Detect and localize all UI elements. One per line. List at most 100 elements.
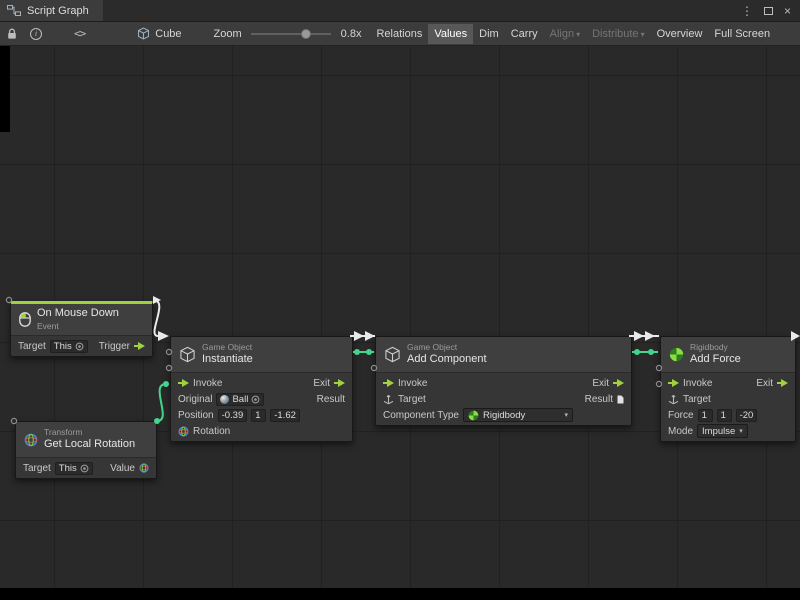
rotation-gizmo-icon bbox=[24, 433, 38, 447]
position-y-field[interactable]: 1 bbox=[251, 409, 266, 422]
port-result: Result bbox=[585, 394, 613, 405]
flow-arrow-icon[interactable] bbox=[178, 379, 189, 388]
force-x-field[interactable]: 1 bbox=[698, 409, 713, 422]
port-exit: Exit bbox=[756, 378, 773, 389]
zoom-slider[interactable] bbox=[251, 28, 331, 40]
zoom-label: Zoom bbox=[214, 28, 242, 40]
zoom-slider-track[interactable] bbox=[251, 33, 331, 35]
original-object-field[interactable]: Ball bbox=[216, 393, 264, 406]
port-exit: Exit bbox=[592, 378, 609, 389]
graph-toolbar: i <> Cube Zoom 0.8x Relations Values Dim… bbox=[0, 22, 800, 46]
transform-icon bbox=[668, 394, 679, 405]
force-z-field[interactable]: -20 bbox=[736, 409, 758, 422]
canvas-edge-left bbox=[0, 46, 10, 132]
port-rotation: Rotation bbox=[193, 426, 230, 437]
port-target: Target bbox=[18, 341, 46, 352]
port-result: Result bbox=[317, 394, 345, 405]
port-position: Position bbox=[178, 410, 214, 421]
zoom-slider-handle[interactable] bbox=[301, 29, 311, 39]
position-x-field[interactable]: -0.39 bbox=[218, 409, 248, 422]
node-title: On Mouse Down bbox=[37, 307, 119, 321]
node-header: Rigidbody Add Force bbox=[661, 337, 795, 373]
graph-canvas[interactable]: On Mouse Down Event Target This Trigg bbox=[0, 46, 800, 600]
tab-title: Script Graph bbox=[27, 5, 89, 17]
object-picker-icon[interactable] bbox=[80, 464, 89, 473]
node-category: Game Object bbox=[407, 342, 487, 353]
node-instantiate[interactable]: Game Object Instantiate Invoke Exit Orig… bbox=[170, 336, 353, 442]
node-add-force[interactable]: Rigidbody Add Force Invoke Exit bbox=[660, 336, 796, 442]
rigidbody-icon bbox=[468, 410, 479, 421]
component-type-dropdown[interactable]: Rigidbody ▾ bbox=[463, 408, 573, 422]
flow-arrow-icon[interactable] bbox=[383, 379, 394, 388]
align-button[interactable]: Align▾ bbox=[544, 24, 586, 44]
chevron-down-icon: ▾ bbox=[739, 427, 743, 435]
tab-script-graph[interactable]: Script Graph bbox=[0, 0, 103, 21]
chevron-down-icon: ▾ bbox=[564, 411, 568, 419]
rotation-gizmo-icon bbox=[178, 426, 189, 437]
node-category: Transform bbox=[44, 427, 135, 438]
port-target: Target bbox=[683, 394, 711, 405]
node-on-mouse-down[interactable]: On Mouse Down Event Target This Trigg bbox=[10, 301, 153, 357]
flow-arrow-icon[interactable] bbox=[134, 342, 145, 351]
rigidbody-icon bbox=[669, 347, 684, 362]
wire-trigger-invoke[interactable] bbox=[153, 300, 159, 336]
port-trigger: Trigger bbox=[99, 341, 130, 352]
node-title: Instantiate bbox=[202, 353, 253, 367]
node-title: Add Force bbox=[690, 353, 741, 367]
rotation-gizmo-icon[interactable] bbox=[139, 463, 149, 473]
graph-target[interactable]: Cube bbox=[137, 27, 181, 40]
node-category: Rigidbody bbox=[690, 342, 741, 353]
wire-value-rotation[interactable] bbox=[157, 384, 166, 421]
flow-arrow-icon[interactable] bbox=[613, 379, 624, 388]
port-target: Target bbox=[23, 463, 51, 474]
dim-button[interactable]: Dim bbox=[473, 24, 505, 44]
flow-arrow-icon[interactable] bbox=[668, 379, 679, 388]
overview-button[interactable]: Overview bbox=[651, 24, 709, 44]
cube-icon bbox=[137, 27, 150, 40]
flow-arrow-icon[interactable] bbox=[777, 379, 788, 388]
chevron-down-icon: ▾ bbox=[576, 30, 580, 39]
port-mode: Mode bbox=[668, 426, 693, 437]
target-object-field[interactable]: This bbox=[55, 462, 93, 475]
distribute-button[interactable]: Distribute▾ bbox=[586, 24, 650, 44]
mouse-icon bbox=[19, 312, 31, 327]
game-object-icon bbox=[179, 346, 196, 363]
target-object-field[interactable]: This bbox=[50, 340, 88, 353]
values-button[interactable]: Values bbox=[428, 24, 473, 44]
object-picker-icon[interactable] bbox=[251, 395, 260, 404]
close-icon[interactable]: × bbox=[784, 4, 791, 18]
node-title: Get Local Rotation bbox=[44, 438, 135, 452]
node-get-local-rotation[interactable]: Transform Get Local Rotation Target This bbox=[15, 421, 157, 479]
relations-button[interactable]: Relations bbox=[370, 24, 428, 44]
port-target: Target bbox=[398, 394, 426, 405]
game-object-icon bbox=[384, 346, 401, 363]
node-header: On Mouse Down Event bbox=[11, 304, 152, 336]
code-icon[interactable]: <> bbox=[74, 27, 85, 40]
node-add-component[interactable]: Game Object Add Component Invoke Exit bbox=[375, 336, 632, 426]
position-z-field[interactable]: -1.62 bbox=[270, 409, 300, 422]
port-invoke: Invoke bbox=[398, 378, 427, 389]
zoom-value: 0.8x bbox=[341, 28, 362, 40]
script-graph-icon bbox=[7, 5, 21, 16]
carry-button[interactable]: Carry bbox=[505, 24, 544, 44]
node-header: Game Object Add Component bbox=[376, 337, 631, 373]
canvas-edge-bottom bbox=[0, 588, 800, 600]
port-value: Value bbox=[110, 463, 135, 474]
lock-icon[interactable] bbox=[7, 28, 17, 40]
node-header: Game Object Instantiate bbox=[171, 337, 352, 373]
fullscreen-button[interactable]: Full Screen bbox=[708, 24, 776, 44]
force-y-field[interactable]: 1 bbox=[717, 409, 732, 422]
node-subtitle: Event bbox=[37, 321, 119, 332]
ball-sphere-icon bbox=[220, 395, 229, 404]
port-original: Original bbox=[178, 394, 212, 405]
maximize-icon[interactable] bbox=[764, 7, 773, 15]
info-icon[interactable]: i bbox=[30, 28, 42, 40]
flow-arrow-icon[interactable] bbox=[334, 379, 345, 388]
port-force: Force bbox=[668, 410, 694, 421]
force-mode-dropdown[interactable]: Impulse ▾ bbox=[697, 424, 748, 438]
titlebar: Script Graph ⋮ × bbox=[0, 0, 800, 22]
object-picker-icon[interactable] bbox=[75, 342, 84, 351]
kebab-menu-icon[interactable]: ⋮ bbox=[741, 4, 753, 18]
node-header: Transform Get Local Rotation bbox=[16, 422, 156, 458]
chevron-down-icon: ▾ bbox=[641, 30, 645, 39]
